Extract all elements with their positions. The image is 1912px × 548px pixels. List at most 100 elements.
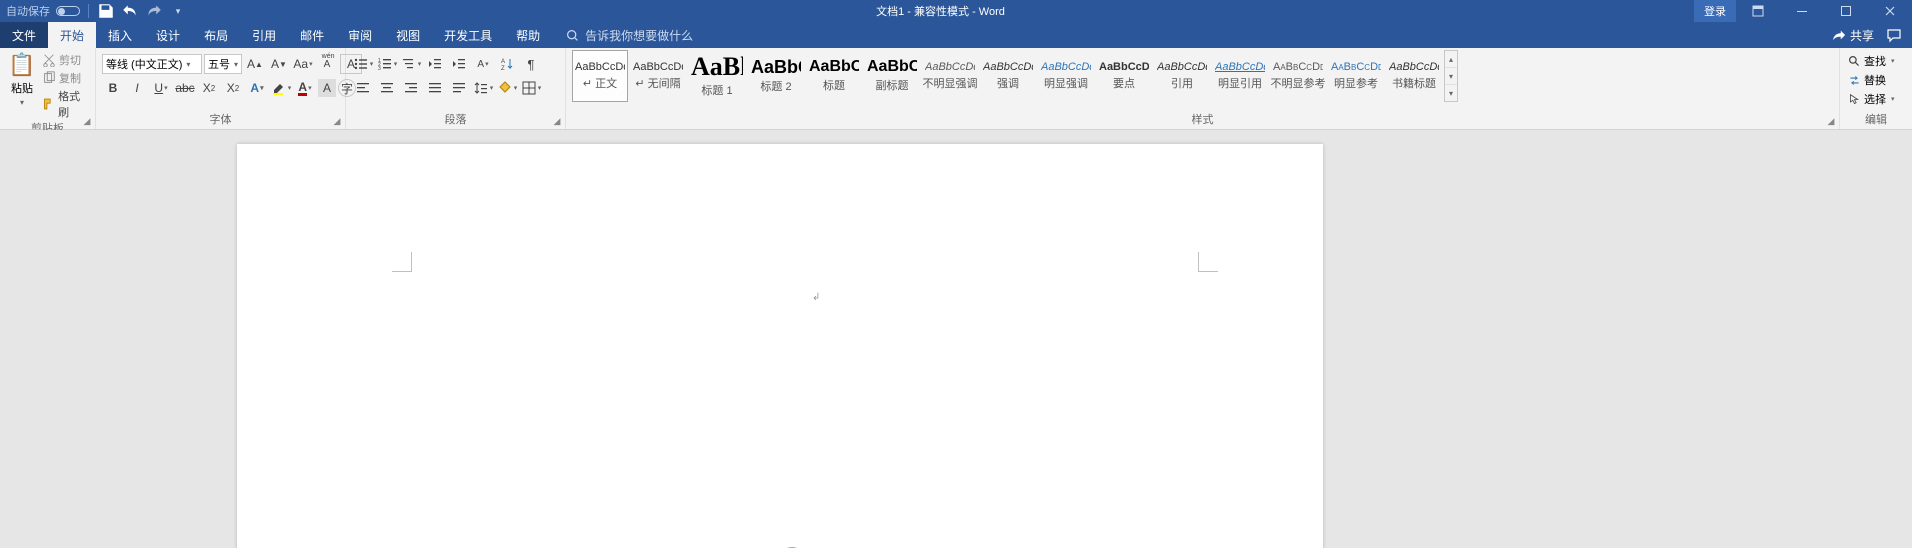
style-name: 标题 2 bbox=[760, 78, 791, 94]
highlight-icon[interactable]: ▾ bbox=[270, 78, 292, 98]
line-spacing-icon[interactable]: ▾ bbox=[472, 78, 494, 98]
title-bar: 自动保存 ▾ 文档1 - 兼容性模式 - Word 登录 bbox=[0, 0, 1912, 22]
italic-icon[interactable]: I bbox=[126, 78, 148, 98]
sort-icon[interactable]: AZ bbox=[496, 54, 518, 74]
change-case-icon[interactable]: Aa▾ bbox=[292, 54, 314, 74]
tab-mailings[interactable]: 邮件 bbox=[288, 22, 336, 48]
text-effects-icon[interactable]: A▾ bbox=[246, 78, 268, 98]
styles-scroll-down-icon[interactable]: ▾ bbox=[1445, 68, 1457, 85]
style-card[interactable]: AaBbCcDd引用 bbox=[1154, 50, 1210, 102]
style-card[interactable]: AaBbCcDd强调 bbox=[980, 50, 1036, 102]
tab-design[interactable]: 设计 bbox=[144, 22, 192, 48]
style-name: 明显参考 bbox=[1334, 75, 1378, 91]
group-font: 等线 (中文正文)▾ 五号▾ A▲ A▼ Aa▾ Awén A B I U▾ a… bbox=[96, 48, 346, 129]
numbering-icon[interactable]: 123▾ bbox=[376, 54, 398, 74]
tab-home[interactable]: 开始 bbox=[48, 22, 96, 48]
tab-insert[interactable]: 插入 bbox=[96, 22, 144, 48]
tab-view[interactable]: 视图 bbox=[384, 22, 432, 48]
font-launcher-icon[interactable]: ◢ bbox=[331, 115, 343, 127]
bullets-icon[interactable]: ▾ bbox=[352, 54, 374, 74]
decrease-indent-icon[interactable] bbox=[424, 54, 446, 74]
grow-font-icon[interactable]: A▲ bbox=[244, 54, 266, 74]
style-card[interactable]: AaBbCcDd书籍标题 bbox=[1386, 50, 1442, 102]
style-card[interactable]: AaBbC标题 2 bbox=[748, 50, 804, 102]
style-card[interactable]: AaBbCcDd不明显参考 bbox=[1270, 50, 1326, 102]
align-distributed-icon[interactable] bbox=[448, 78, 470, 98]
tell-me-search[interactable]: 告诉我你想要做什么 bbox=[552, 22, 693, 48]
tab-references[interactable]: 引用 bbox=[240, 22, 288, 48]
style-preview: AaBbCcDd bbox=[925, 62, 975, 73]
style-name: 副标题 bbox=[876, 77, 909, 93]
paragraph-launcher-icon[interactable]: ◢ bbox=[551, 115, 563, 127]
align-justify-icon[interactable] bbox=[424, 78, 446, 98]
undo-icon[interactable] bbox=[121, 2, 139, 20]
replace-button[interactable]: 替换 bbox=[1846, 71, 1888, 89]
ribbon-display-icon[interactable] bbox=[1736, 0, 1780, 22]
autosave-toggle[interactable] bbox=[56, 6, 80, 16]
bold-icon[interactable]: B bbox=[102, 78, 124, 98]
copy-button[interactable]: 复制 bbox=[42, 70, 89, 86]
clipboard-launcher-icon[interactable]: ◢ bbox=[81, 115, 93, 127]
close-icon[interactable] bbox=[1868, 0, 1912, 22]
minimize-icon[interactable] bbox=[1780, 0, 1824, 22]
increase-indent-icon[interactable] bbox=[448, 54, 470, 74]
document-area[interactable]: ↲ bbox=[0, 130, 1912, 548]
style-card[interactable]: AaBbCcDd↵ 无间隔 bbox=[630, 50, 686, 102]
group-paragraph: ▾ 123▾ ▾ A▾ AZ ¶ ▾ ▾ ▾ 段落 ◢ bbox=[346, 48, 566, 129]
style-card[interactable]: AaBbCcDd明显强调 bbox=[1038, 50, 1094, 102]
styles-launcher-icon[interactable]: ◢ bbox=[1825, 115, 1837, 127]
style-card[interactable]: AaBl标题 1 bbox=[688, 50, 746, 102]
font-color-icon[interactable]: A▾ bbox=[294, 78, 316, 98]
font-group-label: 字体 bbox=[102, 111, 339, 129]
paste-button[interactable]: 📋 粘贴 ▾ bbox=[6, 50, 38, 107]
qat-customize-icon[interactable]: ▾ bbox=[169, 2, 187, 20]
style-card[interactable]: AaBbCcDd明显引用 bbox=[1212, 50, 1268, 102]
shrink-font-icon[interactable]: A▼ bbox=[268, 54, 290, 74]
character-shading-icon[interactable]: A bbox=[318, 79, 336, 97]
style-card[interactable]: AaBbCcD要点 bbox=[1096, 50, 1152, 102]
style-card[interactable]: AaBbCcDd↵ 正文 bbox=[572, 50, 628, 102]
tab-file[interactable]: 文件 bbox=[0, 22, 48, 48]
subscript-icon[interactable]: X2 bbox=[198, 78, 220, 98]
save-icon[interactable] bbox=[97, 2, 115, 20]
font-size-combo[interactable]: 五号▾ bbox=[204, 54, 242, 74]
multilevel-list-icon[interactable]: ▾ bbox=[400, 54, 422, 74]
maximize-icon[interactable] bbox=[1824, 0, 1868, 22]
style-preview: AaBbCcDd bbox=[1389, 62, 1439, 73]
share-button[interactable]: 共享 bbox=[1832, 27, 1874, 44]
find-button[interactable]: 查找▾ bbox=[1846, 52, 1897, 70]
align-center-icon[interactable] bbox=[376, 78, 398, 98]
borders-icon[interactable]: ▾ bbox=[520, 78, 542, 98]
style-card[interactable]: AaBbCcDd明显参考 bbox=[1328, 50, 1384, 102]
style-card[interactable]: AaBbC副标题 bbox=[864, 50, 920, 102]
styles-expand-icon[interactable]: ▾ bbox=[1445, 85, 1457, 101]
style-name: 明显引用 bbox=[1218, 75, 1262, 91]
superscript-icon[interactable]: X2 bbox=[222, 78, 244, 98]
tab-developer[interactable]: 开发工具 bbox=[432, 22, 504, 48]
shading-icon[interactable]: ▾ bbox=[496, 78, 518, 98]
style-preview: AaBbCcDd bbox=[983, 62, 1033, 73]
align-left-icon[interactable] bbox=[352, 78, 374, 98]
strikethrough-icon[interactable]: abc bbox=[174, 78, 196, 98]
font-name-combo[interactable]: 等线 (中文正文)▾ bbox=[102, 54, 202, 74]
phonetic-guide-icon[interactable]: Awén bbox=[316, 54, 338, 74]
underline-icon[interactable]: U▾ bbox=[150, 78, 172, 98]
redo-icon[interactable] bbox=[145, 2, 163, 20]
tab-review[interactable]: 审阅 bbox=[336, 22, 384, 48]
page[interactable]: ↲ bbox=[237, 144, 1323, 548]
tab-help[interactable]: 帮助 bbox=[504, 22, 552, 48]
tab-layout[interactable]: 布局 bbox=[192, 22, 240, 48]
asian-layout-icon[interactable]: A▾ bbox=[472, 54, 494, 74]
login-button[interactable]: 登录 bbox=[1694, 0, 1736, 22]
style-card[interactable]: AaBbC标题 bbox=[806, 50, 862, 102]
show-marks-icon[interactable]: ¶ bbox=[520, 54, 542, 74]
paragraph-group-label: 段落 bbox=[352, 111, 559, 129]
svg-text:A: A bbox=[501, 59, 505, 65]
styles-scroll-up-icon[interactable]: ▴ bbox=[1445, 51, 1457, 68]
align-right-icon[interactable] bbox=[400, 78, 422, 98]
select-button[interactable]: 选择▾ bbox=[1846, 90, 1897, 108]
style-preview: AaBbCcDd bbox=[1157, 62, 1207, 73]
cut-button[interactable]: 剪切 bbox=[42, 52, 89, 68]
comments-icon[interactable] bbox=[1882, 27, 1906, 43]
style-card[interactable]: AaBbCcDd不明显强调 bbox=[922, 50, 978, 102]
